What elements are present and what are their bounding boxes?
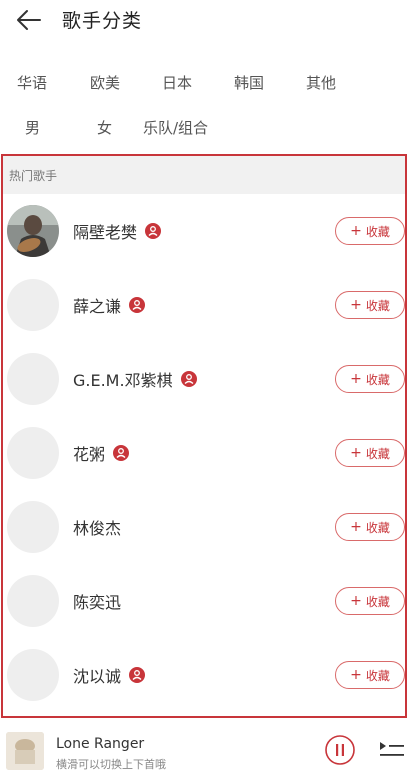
plus-icon: + [350, 593, 362, 609]
avatar [7, 649, 59, 701]
mini-player[interactable]: Lone Ranger 横滑可以切换上下首哦 [0, 722, 420, 771]
category-chinese[interactable]: 华语 [17, 68, 47, 98]
verified-artist-icon [129, 667, 146, 683]
artist-name: 林俊杰 [73, 519, 122, 538]
avatar [7, 575, 59, 627]
artist-name: 薛之谦 [73, 297, 122, 316]
collect-button[interactable]: + 收藏 [335, 291, 405, 319]
now-playing-cover[interactable] [6, 732, 44, 770]
artist-row[interactable]: 薛之谦 + 收藏 [3, 268, 405, 342]
avatar [7, 427, 59, 479]
verified-artist-icon [145, 223, 162, 239]
artist-name: 陈奕迅 [73, 593, 122, 612]
playlist-icon[interactable] [378, 740, 406, 760]
collect-button[interactable]: + 收藏 [335, 513, 405, 541]
plus-icon: + [350, 371, 362, 387]
plus-icon: + [350, 223, 362, 239]
artist-photo-icon [7, 205, 59, 257]
collect-button[interactable]: + 收藏 [335, 587, 405, 615]
category-band-group[interactable]: 乐队/组合 [143, 113, 208, 143]
section-header: 热门歌手 [3, 156, 405, 194]
avatar [7, 353, 59, 405]
now-playing-title: Lone Ranger [56, 736, 145, 752]
hot-artists-panel: 热门歌手 隔壁老樊 + 收藏 薛之谦 + 收藏 G.E.M.邓紫棋 + 收藏 花… [1, 154, 407, 718]
now-playing-subtitle: 横滑可以切换上下首哦 [56, 758, 166, 771]
artist-row[interactable]: 陈奕迅 + 收藏 [3, 564, 405, 638]
artist-name: 花粥 [73, 445, 106, 464]
category-row-region: 华语 欧美 日本 韩国 其他 [0, 68, 420, 98]
collect-button[interactable]: + 收藏 [335, 439, 405, 467]
plus-icon: + [350, 519, 362, 535]
category-row-type: 男 女 乐队/组合 [0, 113, 420, 143]
page-title: 歌手分类 [62, 10, 143, 32]
plus-icon: + [350, 297, 362, 313]
avatar [7, 501, 59, 553]
artist-row[interactable]: 林俊杰 + 收藏 [3, 490, 405, 564]
collect-button[interactable]: + 收藏 [335, 217, 405, 245]
category-male[interactable]: 男 [25, 113, 40, 143]
artist-row[interactable]: G.E.M.邓紫棋 + 收藏 [3, 342, 405, 416]
artist-name: G.E.M.邓紫棋 [73, 371, 173, 390]
collect-button[interactable]: + 收藏 [335, 661, 405, 689]
plus-icon: + [350, 445, 362, 461]
category-female[interactable]: 女 [97, 113, 112, 143]
artist-name: 隔壁老樊 [73, 223, 138, 242]
artist-row[interactable]: 花粥 + 收藏 [3, 416, 405, 490]
album-art-icon [6, 732, 44, 770]
pause-icon[interactable] [324, 734, 356, 766]
verified-artist-icon [113, 445, 130, 461]
verified-artist-icon [180, 371, 197, 387]
back-arrow-icon[interactable] [14, 5, 44, 35]
avatar [7, 205, 59, 257]
plus-icon: + [350, 667, 362, 683]
top-bar: 歌手分类 [0, 0, 420, 40]
artist-row[interactable]: 隔壁老樊 + 收藏 [3, 194, 405, 268]
category-japan[interactable]: 日本 [162, 68, 192, 98]
collect-button[interactable]: + 收藏 [335, 365, 405, 393]
category-western[interactable]: 欧美 [90, 68, 120, 98]
verified-artist-icon [129, 297, 146, 313]
category-other[interactable]: 其他 [306, 68, 336, 98]
artist-row[interactable]: 沈以诚 + 收藏 [3, 638, 405, 712]
avatar [7, 279, 59, 331]
category-korea[interactable]: 韩国 [234, 68, 264, 98]
artist-name: 沈以诚 [73, 667, 122, 686]
